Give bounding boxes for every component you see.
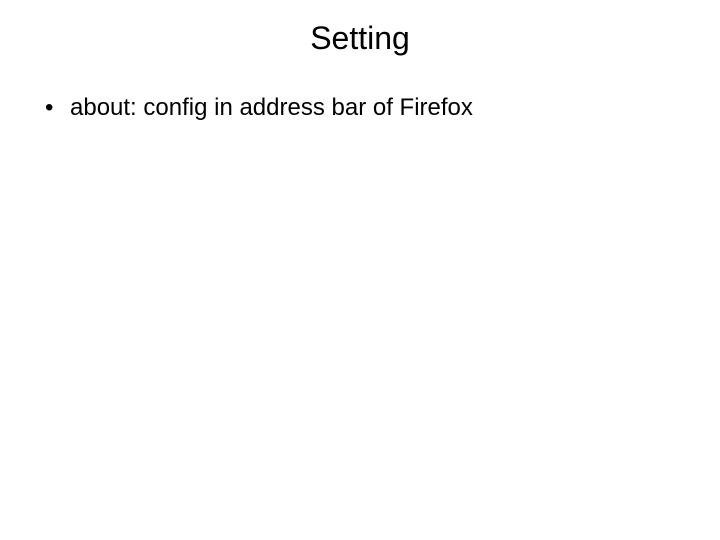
slide-container: Setting about: config in address bar of … [0, 0, 720, 540]
bullet-list: about: config in address bar of Firefox [0, 92, 720, 123]
slide-title: Setting [0, 20, 720, 57]
bullet-item: about: config in address bar of Firefox [40, 92, 720, 123]
